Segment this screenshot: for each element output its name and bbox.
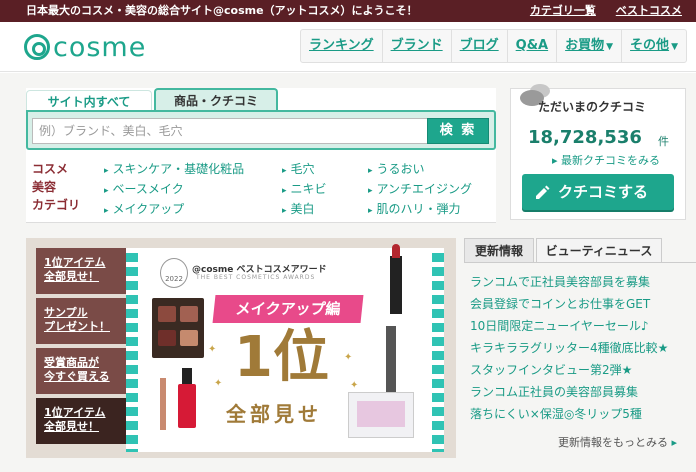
- nav-brand-label: ブランド: [390, 38, 443, 53]
- news-item[interactable]: 落ちにくい×保湿◎冬リップ5種: [470, 403, 668, 425]
- banner-side-item[interactable]: サンプル プレゼント！: [36, 298, 126, 344]
- side-item-line: プレゼント！: [44, 320, 110, 333]
- chevron-right-icon: ▸: [552, 154, 562, 167]
- category-list-link[interactable]: カテゴリ一覧: [530, 4, 596, 17]
- first-place-text: 1位: [234, 325, 329, 390]
- category-link[interactable]: 美白: [282, 200, 327, 220]
- category-heading-line: 美容: [32, 180, 57, 194]
- nav-qa[interactable]: Q&A: [508, 30, 558, 62]
- news-item[interactable]: ランコムで正社員美容部員を募集: [470, 271, 668, 293]
- post-review-button[interactable]: クチコミする: [522, 174, 674, 210]
- side-item-line: 全部見せ！: [44, 420, 99, 433]
- side-item-line: サンプル: [44, 306, 88, 319]
- category-link[interactable]: ニキビ: [282, 180, 327, 200]
- sparkle-icon: ✦: [214, 378, 223, 389]
- side-item-line: 受賞商品が: [44, 356, 99, 369]
- logo-text: cosme: [53, 32, 147, 63]
- category-link[interactable]: うるおい: [368, 160, 472, 180]
- top-bar: 日本最大のコスメ・美容の総合サイト@cosme（アットコスメ）にようこそ！ カテ…: [0, 0, 696, 22]
- sparkle-icon: ✦: [208, 344, 217, 355]
- ribbon-stripe: [432, 248, 444, 452]
- nav-ranking-label: ランキング: [309, 38, 374, 53]
- banner-side-item-active[interactable]: 1位アイテム 全部見せ！: [36, 398, 126, 444]
- nav-qa-label: Q&A: [515, 38, 549, 53]
- category-link[interactable]: 毛穴: [282, 160, 327, 180]
- post-review-label: クチコミする: [558, 183, 649, 201]
- nav-blog-label: ブログ: [459, 38, 499, 53]
- news-item[interactable]: 会員登録でコインとお仕事をGET: [470, 293, 668, 315]
- chevron-down-icon: ▼: [606, 42, 614, 52]
- latest-reviews-link[interactable]: ▸ 最新クチコミをみる: [552, 152, 660, 168]
- category-link[interactable]: スキンケア・基礎化粧品: [104, 160, 245, 180]
- news-item[interactable]: スタッフインタビュー第2弾★: [470, 359, 668, 381]
- banner-side-item[interactable]: 受賞商品が 今すぐ買える: [36, 348, 126, 394]
- nav-other[interactable]: その他 ▼: [622, 30, 686, 62]
- eyeshadow-image: [348, 392, 414, 438]
- best-cosme-link[interactable]: ベストコスメ: [616, 4, 682, 17]
- at-mark-icon: [24, 33, 50, 60]
- side-item-line: 今すぐ買える: [44, 370, 110, 383]
- makeup-category-tag: メイクアップ編: [212, 295, 364, 323]
- category-link[interactable]: ベースメイク: [104, 180, 244, 200]
- category-heading: コスメ 美容 カテゴリ: [32, 160, 80, 214]
- nav-blog[interactable]: ブログ: [452, 30, 508, 62]
- search-input[interactable]: 例）ブランド、美白、毛穴: [32, 118, 428, 144]
- nav-ranking[interactable]: ランキング: [301, 30, 383, 62]
- banner-side-item[interactable]: 1位アイテム 全部見せ！: [36, 248, 126, 294]
- eyeshadow-palette-image: [152, 298, 204, 358]
- award-subtitle: THE BEST COSMETICS AWARDS: [196, 274, 316, 281]
- review-count-unit: 件: [658, 135, 669, 148]
- category-column: うるおい アンチエイジング 肌のハリ・弾力: [368, 160, 473, 220]
- lipstick-image: [390, 244, 402, 314]
- tab-site-all[interactable]: サイト内すべて: [26, 90, 152, 112]
- side-item-line: 1位アイテム: [44, 406, 106, 419]
- latest-reviews-label: 最新クチコミをみる: [561, 154, 661, 167]
- category-link[interactable]: 肌のハリ・弾力: [368, 200, 472, 220]
- site-header: cosme ランキング ブランド ブログ Q&A お買物 ▼ その他 ▼: [0, 22, 696, 72]
- cosme-logo[interactable]: cosme: [24, 32, 146, 63]
- category-column: スキンケア・基礎化粧品 ベースメイク メイクアップ: [104, 160, 245, 220]
- award-crown-icon: 2022: [160, 258, 188, 288]
- tab-beauty-news[interactable]: ビューティニュース: [536, 238, 662, 262]
- side-item-line: 全部見せ！: [44, 270, 99, 283]
- pencil-icon: [536, 185, 550, 199]
- main-nav: ランキング ブランド ブログ Q&A お買物 ▼ その他 ▼: [300, 29, 687, 63]
- tab-updates[interactable]: 更新情報: [464, 238, 534, 262]
- search-button[interactable]: 検 索: [427, 118, 489, 144]
- category-link[interactable]: メイクアップ: [104, 200, 244, 220]
- sparkle-icon: ✦: [344, 352, 353, 363]
- news-item[interactable]: 10日間限定ニューイヤーセール♪: [470, 315, 668, 337]
- nav-other-label: その他: [630, 38, 670, 53]
- show-all-text: 全部見せ: [226, 402, 322, 426]
- news-item[interactable]: ランコム正社員の美容部員募集: [470, 381, 668, 403]
- welcome-text: 日本最大のコスメ・美容の総合サイト@cosme（アットコスメ）にようこそ！: [26, 4, 418, 17]
- review-count: 18,728,536: [528, 127, 642, 148]
- ribbon-stripe: [126, 248, 138, 452]
- category-column: 毛穴 ニキビ 美白: [282, 160, 327, 220]
- award-year: 2022: [165, 275, 183, 283]
- nav-shopping[interactable]: お買物 ▼: [557, 30, 623, 62]
- nail-polish-image: [178, 368, 196, 428]
- news-list: ランコムで正社員美容部員を募集 会員登録でコインとお仕事をGET 10日間限定ニ…: [470, 271, 668, 425]
- category-heading-line: カテゴリ: [32, 198, 81, 212]
- divider: [26, 222, 496, 223]
- nav-brand[interactable]: ブランド: [383, 30, 452, 62]
- sparkle-icon: ✦: [350, 380, 359, 391]
- nav-shopping-label: お買物: [565, 38, 605, 53]
- more-updates-link[interactable]: 更新情報をもっとみる: [558, 434, 677, 450]
- top-links: カテゴリ一覧 ベストコスメ: [514, 0, 682, 22]
- news-item[interactable]: キラキララグリッター4種徹底比較★: [470, 337, 668, 359]
- eyeliner-image: [160, 378, 166, 430]
- chevron-down-icon: ▼: [671, 42, 678, 52]
- divider: [464, 262, 696, 263]
- tab-products-reviews[interactable]: 商品・クチコミ: [154, 88, 278, 112]
- category-heading-line: コスメ: [32, 162, 69, 176]
- category-link[interactable]: アンチエイジング: [368, 180, 473, 200]
- side-item-line: 1位アイテム: [44, 256, 106, 269]
- review-counter-title: ただいまのクチコミ: [538, 100, 647, 114]
